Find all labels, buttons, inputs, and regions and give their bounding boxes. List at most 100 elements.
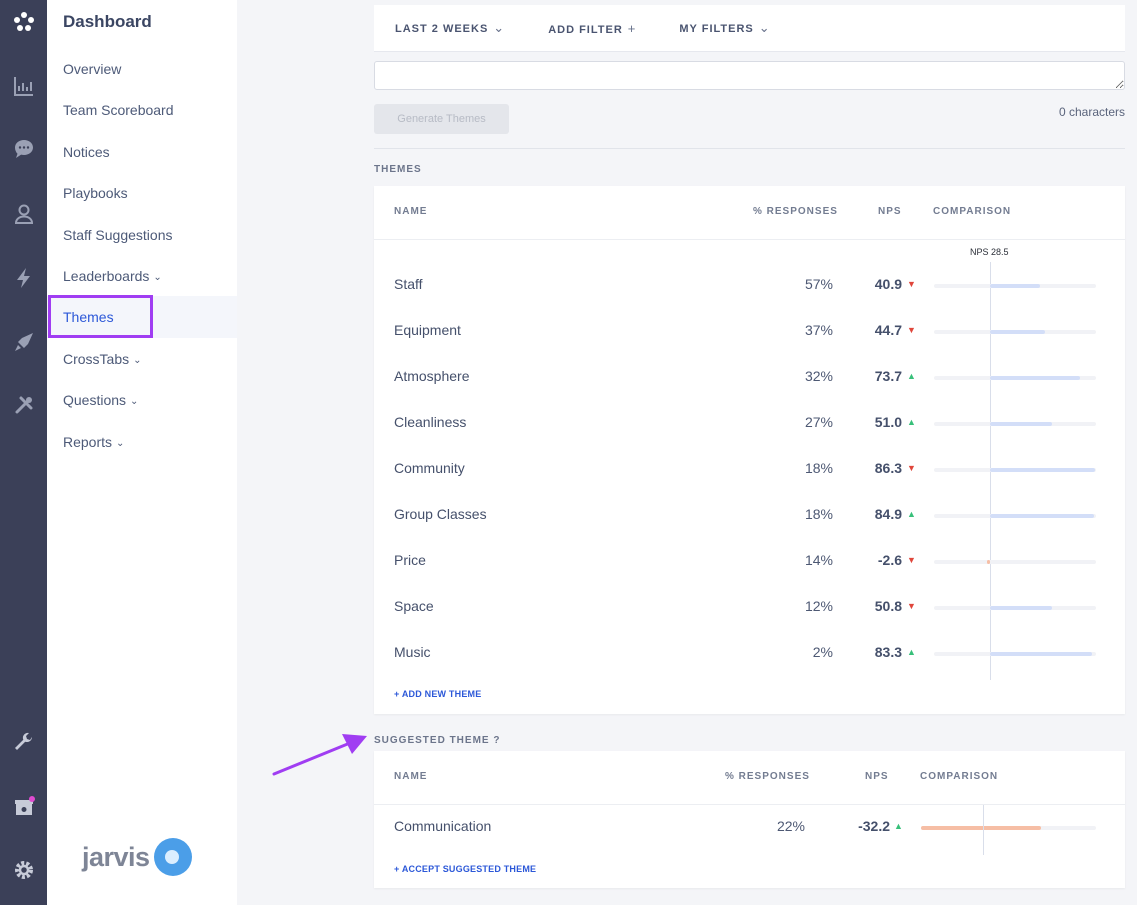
chevron-down-icon: ⌄ (493, 20, 506, 35)
sidebar-item-playbooks[interactable]: Playbooks (63, 185, 128, 201)
trend-down-icon: ▼ (907, 463, 916, 473)
nps-reference-label: NPS 28.5 (970, 247, 1009, 257)
wrench-icon[interactable] (0, 725, 47, 759)
table-row[interactable]: Equipment 37% 44.7 ▼ (374, 308, 1125, 354)
suggested-theme-label[interactable]: SUGGESTED THEME ? (374, 735, 500, 746)
column-header-nps: NPS (878, 206, 902, 217)
comparison-bar (921, 826, 1041, 830)
add-new-theme-link[interactable]: + ADD NEW THEME (394, 689, 481, 699)
theme-text-input[interactable] (374, 61, 1125, 90)
table-row[interactable]: Price 14% -2.6 ▼ (374, 538, 1125, 584)
table-row[interactable]: Music 2% 83.3 ▲ (374, 630, 1125, 676)
sidebar-item-team-scoreboard[interactable]: Team Scoreboard (63, 102, 174, 118)
comparison-bar (990, 330, 1045, 334)
table-row[interactable]: Cleanliness 27% 51.0 ▲ (374, 400, 1125, 446)
themes-body: NPS 28.5 Staff 57% 40.9 ▼ Equipment 37% 44.7 ▼ A… (374, 239, 1125, 714)
response-percent: 27% (804, 414, 833, 430)
plus-icon: + (627, 20, 637, 36)
trend-down-icon: ▼ (907, 555, 916, 565)
theme-name[interactable]: Group Classes (394, 506, 487, 522)
logo-icon[interactable] (0, 5, 47, 39)
character-count: 0 characters (1058, 105, 1125, 119)
theme-name[interactable]: Cleanliness (394, 414, 466, 430)
chevron-down-icon: ⌄ (116, 438, 125, 449)
accept-suggested-theme-link[interactable]: + ACCEPT SUGGESTED THEME (394, 864, 536, 874)
date-range-label: LAST 2 WEEKS (395, 23, 489, 35)
jarvis-badge-icon (153, 838, 192, 876)
tools-icon[interactable] (0, 388, 47, 422)
column-header-name: NAME (394, 206, 428, 217)
section-divider (374, 148, 1125, 149)
table-row[interactable]: Community 18% 86.3 ▼ (374, 446, 1125, 492)
theme-name[interactable]: Music (394, 644, 431, 660)
response-percent: 22% (776, 818, 805, 834)
nps-score: 84.9 (874, 506, 902, 522)
trend-up-icon: ▲ (894, 821, 903, 831)
comparison-bar (990, 284, 1040, 288)
table-row[interactable]: Space 12% 50.8 ▼ (374, 584, 1125, 630)
gear-icon[interactable] (0, 853, 47, 887)
sidebar: Dashboard Overview Team Scoreboard Notic… (47, 0, 237, 905)
response-percent: 57% (804, 276, 833, 292)
nps-score: 86.3 (874, 460, 902, 476)
rocket-icon[interactable] (0, 325, 47, 359)
jarvis-logo-text: jarvis (82, 841, 150, 872)
date-range-filter[interactable]: LAST 2 WEEKS ⌄ (395, 20, 505, 36)
column-header-responses: % RESPONSES (753, 206, 838, 217)
sidebar-item-reports[interactable]: Reports ⌄ (63, 434, 124, 450)
sidebar-item-label: Questions (63, 392, 127, 408)
icon-rail (0, 0, 47, 905)
chevron-down-icon: ⌄ (130, 396, 139, 407)
column-header-responses: % RESPONSES (725, 771, 810, 782)
theme-name[interactable]: Space (394, 598, 434, 614)
chevron-down-icon: ⌄ (133, 355, 142, 366)
filter-bar: LAST 2 WEEKS ⌄ ADD FILTER + MY FILTERS ⌄ (374, 5, 1125, 52)
chevron-down-icon: ⌄ (153, 272, 162, 283)
response-percent: 32% (804, 368, 833, 384)
column-header-name: NAME (394, 771, 428, 782)
column-header-comparison: COMPARISON (920, 771, 999, 782)
table-row[interactable]: Communication 22% -32.2 ▲ (374, 804, 1125, 850)
sidebar-item-crosstabs[interactable]: CrossTabs ⌄ (63, 351, 142, 367)
nps-score: 44.7 (874, 322, 902, 338)
themes-table: NAME % RESPONSES NPS COMPARISON NPS 28.5… (374, 186, 1125, 714)
user-icon[interactable] (0, 197, 47, 231)
comparison-bar (990, 376, 1080, 380)
theme-name[interactable]: Atmosphere (394, 368, 469, 384)
theme-name[interactable]: Community (394, 460, 465, 476)
jarvis-logo: jarvis (82, 838, 192, 876)
comparison-bar (990, 468, 1096, 472)
theme-name[interactable]: Equipment (394, 322, 461, 338)
theme-name[interactable]: Price (394, 552, 426, 568)
sidebar-item-notices[interactable]: Notices (63, 144, 110, 160)
table-row[interactable]: Group Classes 18% 84.9 ▲ (374, 492, 1125, 538)
comparison-track (934, 560, 1096, 564)
chart-icon[interactable] (0, 69, 47, 103)
chat-icon[interactable] (0, 132, 47, 166)
themes-section-label: THEMES (374, 164, 422, 175)
trend-down-icon: ▼ (907, 279, 916, 289)
nps-score: 50.8 (874, 598, 902, 614)
table-row[interactable]: Staff 57% 40.9 ▼ (374, 262, 1125, 308)
theme-name[interactable]: Staff (394, 276, 423, 292)
suggested-theme-table: NAME % RESPONSES NPS COMPARISON Communic… (374, 751, 1125, 888)
sidebar-item-label: Reports (63, 434, 113, 450)
table-row[interactable]: Atmosphere 32% 73.7 ▲ (374, 354, 1125, 400)
theme-name[interactable]: Communication (394, 818, 491, 834)
sidebar-item-questions[interactable]: Questions ⌄ (63, 392, 138, 408)
add-filter-button[interactable]: ADD FILTER + (548, 21, 636, 36)
comparison-bar (990, 652, 1092, 656)
my-filters-dropdown[interactable]: MY FILTERS ⌄ (679, 20, 770, 36)
trend-up-icon: ▲ (907, 647, 916, 657)
sidebar-item-overview[interactable]: Overview (63, 61, 121, 77)
sidebar-item-leaderboards[interactable]: Leaderboards ⌄ (63, 268, 162, 284)
trend-up-icon: ▲ (907, 509, 916, 519)
store-icon[interactable] (0, 790, 47, 824)
themes-highlight-box (48, 295, 153, 338)
comparison-bar (990, 422, 1053, 426)
lightning-icon[interactable] (0, 261, 47, 295)
response-percent: 18% (804, 506, 833, 522)
sidebar-item-staff-suggestions[interactable]: Staff Suggestions (63, 227, 172, 243)
sidebar-title: Dashboard (63, 12, 152, 31)
generate-themes-button[interactable]: Generate Themes (374, 104, 509, 134)
